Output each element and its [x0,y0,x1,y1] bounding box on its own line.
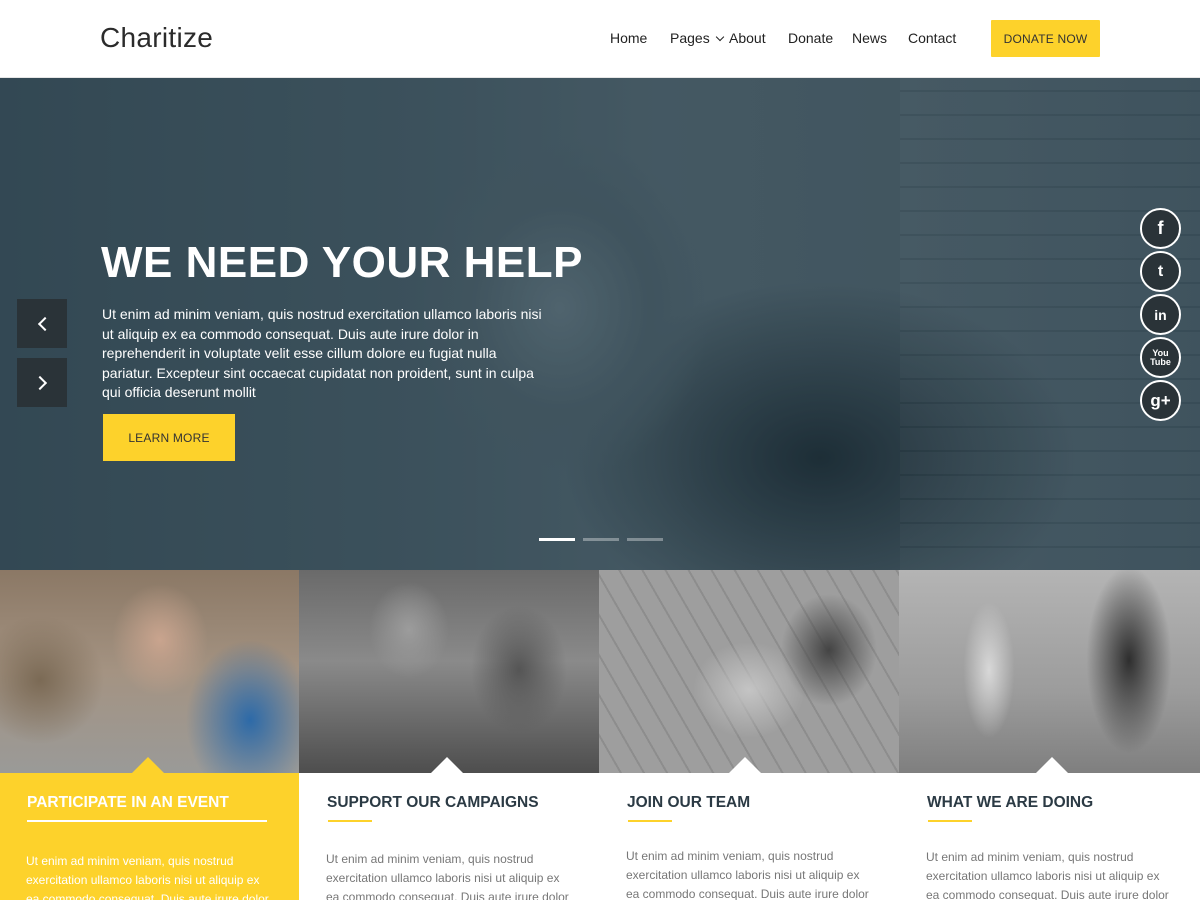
learn-more-button[interactable]: LEARN MORE [103,414,235,461]
facebook-icon[interactable]: f [1140,208,1181,249]
card-pointer [1036,757,1068,773]
card-body: JOIN OUR TEAM Ut enim ad minim veniam, q… [599,773,899,900]
site-header: Charitize Home Pages About Donate News C… [0,0,1200,78]
card-text: Ut enim ad minim veniam, quis nostrud ex… [926,850,1169,900]
card-title[interactable]: PARTICIPATE IN AN EVENT [27,794,229,812]
card-body: WHAT WE ARE DOING Ut enim ad minim venia… [899,773,1200,900]
slider-prev-button[interactable] [17,299,67,348]
slider-dot-3[interactable] [627,538,663,541]
card-photo [599,570,899,773]
hero-slider: WE NEED YOUR HELP Ut enim ad minim venia… [0,78,1200,570]
slider-dot-2[interactable] [583,538,619,541]
card-title[interactable]: SUPPORT OUR CAMPAIGNS [327,794,539,812]
card-pointer [132,757,164,773]
feature-card-participate[interactable]: PARTICIPATE IN AN EVENT Ut enim ad minim… [0,570,299,900]
card-text: Ut enim ad minim veniam, quis nostrud ex… [326,852,569,900]
hero-title: WE NEED YOUR HELP [101,238,583,287]
nav-home-label: Home [610,30,648,46]
hero-text: Ut enim ad minim veniam, quis nostrud ex… [102,306,542,400]
card-divider [928,820,972,822]
site-logo[interactable]: Charitize [100,22,213,54]
card-body: PARTICIPATE IN AN EVENT Ut enim ad minim… [0,773,299,900]
card-text: Ut enim ad minim veniam, quis nostrud ex… [626,849,869,900]
nav-contact[interactable]: Contact [908,30,956,46]
nav-news-label: News [852,30,888,46]
card-text: Ut enim ad minim veniam, quis nostrud ex… [26,854,269,900]
card-pointer [431,757,463,773]
youtube-icon[interactable]: You Tube [1140,337,1181,378]
card-photo [299,570,599,773]
chevron-down-icon [715,32,724,41]
nav-pages-label: Pages [670,30,710,46]
nav-donate-label: Donate [788,30,834,46]
nav-about-label: About [729,30,766,46]
feature-card-team[interactable]: JOIN OUR TEAM Ut enim ad minim veniam, q… [599,570,899,900]
card-pointer [729,757,761,773]
nav-news[interactable]: News [852,30,887,46]
card-title[interactable]: JOIN OUR TEAM [627,794,750,812]
youtube-icon-bottom: Tube [1150,356,1171,367]
card-title[interactable]: WHAT WE ARE DOING [927,794,1093,812]
card-photo [899,570,1200,773]
donate-now-button[interactable]: DONATE NOW [991,20,1100,57]
slider-next-button[interactable] [17,358,67,407]
slider-dot-1[interactable] [539,538,575,541]
nav-about[interactable]: About [729,30,766,46]
nav-home[interactable]: Home [610,30,647,46]
chevron-right-icon [32,375,47,390]
card-photo [0,570,299,773]
chevron-left-icon [37,316,52,331]
feature-card-campaigns[interactable]: SUPPORT OUR CAMPAIGNS Ut enim ad minim v… [299,570,599,900]
twitter-icon[interactable]: t [1140,251,1181,292]
card-divider [628,820,672,822]
nav-donate[interactable]: Donate [788,30,833,46]
nav-contact-label: Contact [908,30,957,46]
nav-pages[interactable]: Pages [670,30,724,46]
feature-card-doing[interactable]: WHAT WE ARE DOING Ut enim ad minim venia… [899,570,1200,900]
google-plus-icon[interactable]: g+ [1140,380,1181,421]
social-links: f t in You Tube g+ [1140,208,1181,421]
card-divider [328,820,372,822]
card-divider [27,820,267,822]
card-body: SUPPORT OUR CAMPAIGNS Ut enim ad minim v… [299,773,599,900]
slider-pagination [539,538,663,541]
linkedin-icon[interactable]: in [1140,294,1181,335]
